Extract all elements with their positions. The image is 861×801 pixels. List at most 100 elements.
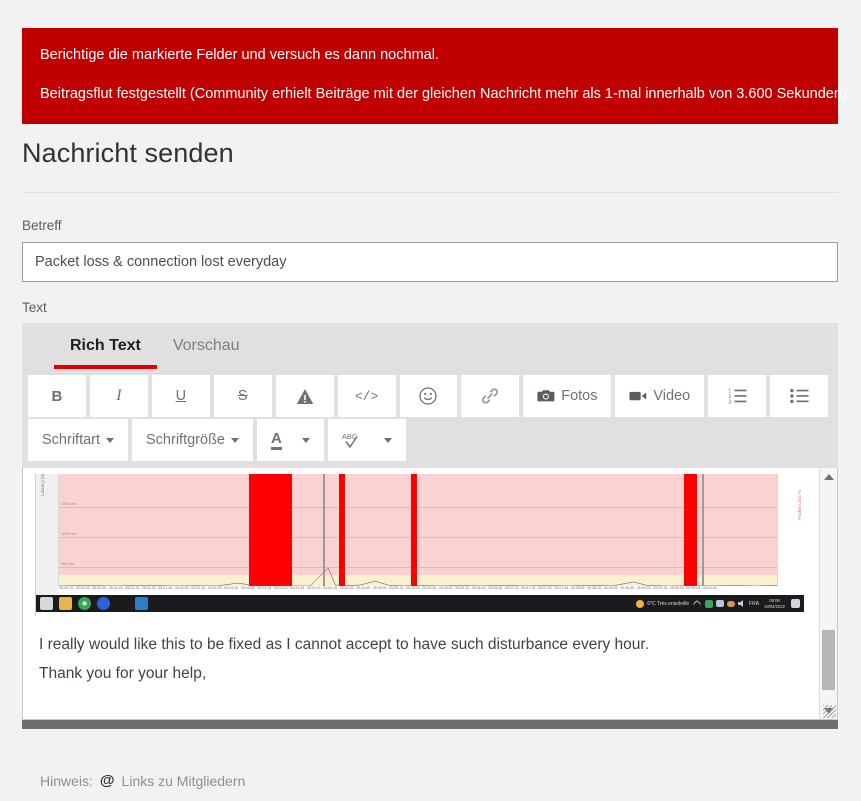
scrollbar-thumb[interactable]: [822, 630, 835, 690]
x-tick: 05:02:30: [207, 586, 222, 590]
editor-vertical-scrollbar[interactable]: [819, 468, 837, 719]
x-tick: 05:07:00: [504, 586, 519, 590]
file-explorer-icon[interactable]: [59, 597, 72, 610]
editor-toolbar: B I U S </> Fotos Video 1 2 3 Schriftart…: [22, 369, 838, 468]
video-button-label: Video: [653, 388, 691, 404]
notification-center-icon[interactable]: [791, 599, 800, 608]
x-tick: 05:10:00: [702, 586, 717, 590]
underline-button[interactable]: U: [151, 375, 210, 417]
x-tick: 05:01:30: [141, 586, 156, 590]
smiley-icon: [419, 387, 438, 405]
chart-secondary-axis: Packet Loss %: [777, 474, 804, 595]
chevron-down-icon: [231, 437, 239, 443]
link-button[interactable]: [461, 375, 520, 417]
outlook-icon[interactable]: [97, 597, 110, 610]
x-tick: 05:05:15: [389, 586, 404, 590]
x-tick: 05:04:00: [306, 586, 321, 590]
x-tick: 05:07:15: [521, 586, 536, 590]
scroll-up-arrow[interactable]: [820, 468, 837, 485]
svg-text:3: 3: [728, 399, 731, 404]
taskbar-language[interactable]: FRA: [749, 601, 759, 607]
taskbar-clock[interactable]: 09:08 19/04/2022: [764, 598, 785, 609]
pingplotter-icon[interactable]: [135, 597, 148, 610]
chart-marker-line: [702, 474, 705, 587]
subject-input[interactable]: [22, 242, 838, 282]
spellcheck-icon: ABC: [342, 432, 358, 449]
chart-marker-line: [323, 474, 326, 587]
ordered-list-button[interactable]: 1 2 3: [708, 375, 767, 417]
x-tick: 05:04:30: [339, 586, 354, 590]
x-tick: 05:01:00: [108, 586, 123, 590]
tray-volume-icon[interactable]: [738, 600, 743, 607]
x-tick: 05:09:00: [636, 586, 651, 590]
start-icon[interactable]: [40, 597, 53, 610]
x-tick: 05:07:45: [554, 586, 569, 590]
x-tick: 05:00:15: [59, 586, 74, 590]
tab-rich-text[interactable]: Rich Text: [54, 323, 157, 369]
chevron-up-icon[interactable]: [692, 599, 702, 608]
x-tick: 05:00:45: [92, 586, 107, 590]
x-tick: 05:08:00: [570, 586, 585, 590]
photos-button[interactable]: Fotos: [523, 375, 612, 417]
x-tick: 05:05:00: [372, 586, 387, 590]
video-button[interactable]: Video: [615, 375, 705, 417]
x-tick: 05:08:45: [620, 586, 635, 590]
weather-sun-icon: [636, 599, 645, 608]
bullet-list-icon: [789, 388, 809, 404]
link-icon: [482, 388, 499, 404]
gridline-1000: [59, 537, 777, 538]
embedded-screenshot-image[interactable]: Latency (ms) 500 ms 1000 ms 1500 ms Pack…: [35, 474, 810, 616]
bold-button[interactable]: B: [28, 375, 86, 417]
latency-trace: [59, 547, 777, 587]
x-tick: 05:01:15: [125, 586, 140, 590]
tray-green-icon[interactable]: [705, 599, 714, 608]
x-tick: 05:05:30: [405, 586, 420, 590]
spoiler-button[interactable]: [275, 375, 334, 417]
tray-onedrive-icon[interactable]: [727, 600, 736, 607]
tab-vorschau[interactable]: Vorschau: [157, 323, 256, 369]
todo-icon[interactable]: [116, 597, 129, 610]
font-family-dropdown[interactable]: Schriftart: [28, 419, 129, 461]
editor-body-wrap: Latency (ms) 500 ms 1000 ms 1500 ms Pack…: [22, 468, 838, 720]
packet-loss-span: [410, 474, 418, 587]
photos-button-label: Fotos: [561, 388, 598, 404]
rich-text-editor: Rich Text Vorschau B I U S </> Fotos Vid…: [22, 323, 838, 729]
x-tick: 05:08:15: [587, 586, 602, 590]
font-size-dropdown[interactable]: Schriftgröße: [132, 419, 253, 461]
x-tick: 05:02:45: [224, 586, 239, 590]
chart-y2-axis-label: Packet Loss %: [797, 490, 802, 520]
x-tick: 05:07:30: [537, 586, 552, 590]
error-banner: Berichtige die markierte Felder und vers…: [22, 28, 847, 125]
tab-vorschau-label: Vorschau: [172, 337, 240, 354]
resize-grip-icon[interactable]: [823, 705, 836, 718]
strikethrough-button[interactable]: S: [213, 375, 272, 417]
x-tick: 05:04:15: [323, 586, 338, 590]
emoji-button[interactable]: [399, 375, 458, 417]
windows-taskbar: 6°C Très ensoleillé FRA 09:08 19/04/2022: [36, 595, 804, 612]
error-message-1: Berichtige die markierte Felder und vers…: [40, 47, 439, 63]
bold-icon: B: [51, 387, 63, 405]
x-tick: 05:03:30: [273, 586, 288, 590]
chevron-down-icon: [301, 437, 310, 443]
text-label: Text: [22, 300, 47, 315]
title-divider: [22, 192, 838, 193]
spellcheck-dropdown[interactable]: ABC: [327, 419, 406, 461]
editor-resize-bar[interactable]: [22, 720, 838, 729]
italic-button[interactable]: I: [89, 375, 148, 417]
gridlabel-1500: 1500 ms: [61, 501, 77, 506]
font-family-label: Schriftart: [42, 432, 101, 448]
message-paragraph-2: Thank you for your help,: [39, 665, 207, 683]
font-color-dropdown[interactable]: A: [257, 419, 324, 461]
tray-network-icon[interactable]: [716, 600, 725, 607]
x-tick: 05:06:00: [438, 586, 453, 590]
tab-rich-text-label: Rich Text: [70, 337, 141, 354]
editor-content-area[interactable]: Latency (ms) 500 ms 1000 ms 1500 ms Pack…: [23, 468, 820, 719]
unordered-list-button[interactable]: [770, 375, 828, 417]
x-tick: 05:03:00: [240, 586, 255, 590]
toolbar-row-1: B I U S </> Fotos Video 1 2 3: [28, 375, 832, 417]
gridlabel-1000: 1000 ms: [61, 531, 77, 536]
chrome-icon[interactable]: [78, 597, 91, 610]
code-button[interactable]: </>: [337, 375, 396, 417]
x-tick: 05:02:15: [191, 586, 206, 590]
x-tick: 05:03:45: [290, 586, 305, 590]
